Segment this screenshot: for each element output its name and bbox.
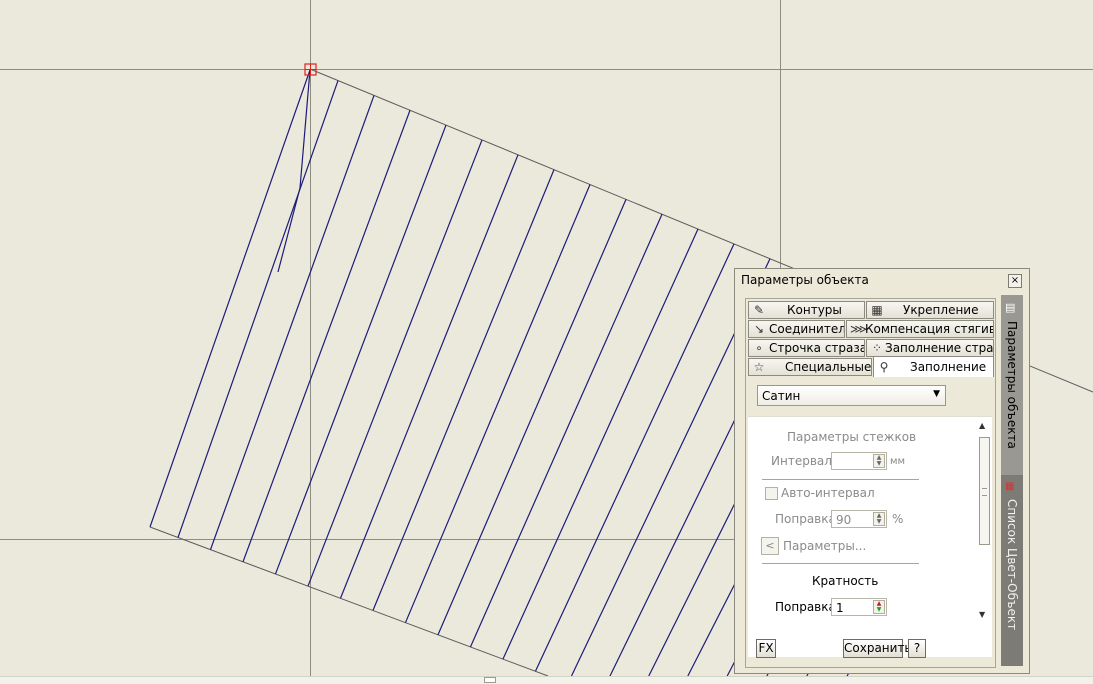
close-button[interactable]: ×: [1008, 274, 1022, 288]
object-outline: [149, 526, 549, 677]
horizontal-scrollbar-thumb[interactable]: [484, 677, 496, 683]
tab-label: Заполнение: [910, 360, 987, 374]
tab-rhinestone-run[interactable]: ∘ Строчка страза...: [748, 339, 865, 357]
multiplicity-heading: Кратность: [812, 574, 879, 588]
tab-connectors[interactable]: ↘ Соединители: [748, 320, 845, 338]
stitch-line: [534, 243, 735, 672]
tab-fill[interactable]: ⚲ Заполнение: [873, 356, 994, 377]
multiplicity-correction-field[interactable]: 1 ▲ ▼: [831, 598, 887, 616]
stitch-params-heading: Параметры стежков: [787, 430, 917, 444]
contour-icon: ✎: [753, 303, 765, 317]
fill-type-value: Сатин: [762, 389, 801, 403]
scroll-down-icon[interactable]: ▼: [979, 610, 985, 619]
tab-label: Контуры: [787, 303, 842, 317]
stitch-line: [277, 187, 301, 273]
color-list-icon: ▦: [1005, 481, 1015, 492]
rhinestone-fill-icon: ⁘: [871, 341, 883, 355]
correction-field[interactable]: 90 ▲ ▼: [831, 510, 887, 528]
correction-value: 90: [836, 513, 852, 527]
underlay-icon: ▦: [871, 303, 883, 317]
object-properties-panel: Параметры объекта × ✎ Контуры ▦ Укреплен…: [734, 268, 1030, 674]
properties-content: ✎ Контуры ▦ Укрепление ↘ Соединители ⋙ К…: [745, 298, 996, 668]
correction-spinner[interactable]: ▲ ▼: [873, 512, 885, 526]
grip-icon: [982, 488, 987, 496]
help-button[interactable]: ?: [908, 639, 926, 658]
vertical-scrollbar-thumb[interactable]: [979, 437, 990, 545]
divider: [762, 563, 919, 564]
tab-label: Специальные: [785, 360, 872, 374]
stitch-line: [372, 169, 555, 611]
rhinestone-run-icon: ∘: [755, 341, 763, 355]
side-tab-label: Параметры объекта: [1005, 321, 1019, 449]
stitch-line: [209, 95, 375, 550]
multiplicity-spinner[interactable]: ▲ ▼: [873, 600, 885, 614]
tab-label: Соединители: [769, 322, 844, 336]
multiplicity-correction-value: 1: [836, 601, 844, 615]
divider: [762, 479, 919, 480]
chevron-down-icon: ▼: [933, 389, 940, 399]
fill-icon: ⚲: [879, 360, 889, 374]
params-button-label: Параметры...: [783, 539, 867, 553]
tab-rhinestone-fill[interactable]: ⁘ Заполнение страз...: [866, 339, 994, 357]
side-tab-label: Список Цвет-Объект: [1005, 499, 1019, 631]
tab-pull-compensation[interactable]: ⋙ Компенсация стягива...: [846, 320, 994, 338]
interval-field[interactable]: ▲ ▼: [831, 452, 887, 470]
stitch-line: [404, 184, 591, 623]
stitch-line: [177, 80, 339, 538]
stitch-line: [274, 124, 447, 575]
tab-underlay[interactable]: ▦ Укрепление: [866, 301, 994, 319]
panel-title: Параметры объекта: [741, 273, 869, 287]
stitch-line: [149, 69, 311, 528]
fx-button[interactable]: FX: [756, 639, 776, 658]
stitch-line: [339, 154, 519, 599]
tab-label: Укрепление: [903, 303, 979, 317]
interval-unit: мм: [890, 456, 906, 467]
stitch-line: [437, 199, 627, 635]
scroll-up-icon[interactable]: ▲: [979, 421, 985, 430]
fill-type-dropdown[interactable]: Сатин ▼: [757, 385, 946, 406]
tab-label: Компенсация стягива...: [865, 322, 993, 336]
correction-label: Поправка: [775, 512, 836, 526]
multiplicity-correction-label: Поправка: [775, 600, 836, 614]
tab-special[interactable]: ☆ Специальные: [748, 358, 872, 376]
fill-settings-pane: Параметры стежков Интервал: ▲ ▼ мм Авто-и…: [748, 416, 992, 657]
close-icon: ×: [1010, 275, 1020, 286]
auto-interval-checkbox[interactable]: [765, 487, 778, 500]
connectors-icon: ↘: [753, 322, 765, 336]
params-button[interactable]: <: [761, 537, 779, 555]
tab-label: Строчка страза...: [769, 341, 864, 355]
side-tab-color-object-list[interactable]: ▦ Список Цвет-Объект: [1001, 475, 1023, 666]
save-button[interactable]: Сохранить: [843, 639, 912, 658]
stitch-line: [469, 213, 663, 648]
side-tab-object-properties[interactable]: ▤ Параметры объекта: [1001, 295, 1023, 475]
properties-icon: ▤: [1005, 301, 1016, 314]
stitch-line: [242, 110, 411, 562]
stitch-line: [502, 228, 699, 660]
star-icon: ☆: [753, 360, 765, 374]
vertical-scrollbar[interactable]: ▲ ▼: [977, 417, 992, 623]
auto-interval-label: Авто-интервал: [781, 486, 875, 500]
tab-label: Заполнение страз...: [885, 341, 994, 355]
stitch-line: [299, 69, 311, 189]
correction-unit: %: [892, 512, 904, 526]
interval-spinner[interactable]: ▲ ▼: [873, 454, 885, 468]
side-dock: ▤ Параметры объекта ▦ Список Цвет-Объект: [1001, 295, 1023, 666]
chevron-left-icon: <: [765, 539, 775, 552]
interval-label: Интервал:: [771, 454, 836, 468]
pull-compensation-icon: ⋙: [850, 322, 868, 336]
tab-contours[interactable]: ✎ Контуры: [748, 301, 865, 319]
